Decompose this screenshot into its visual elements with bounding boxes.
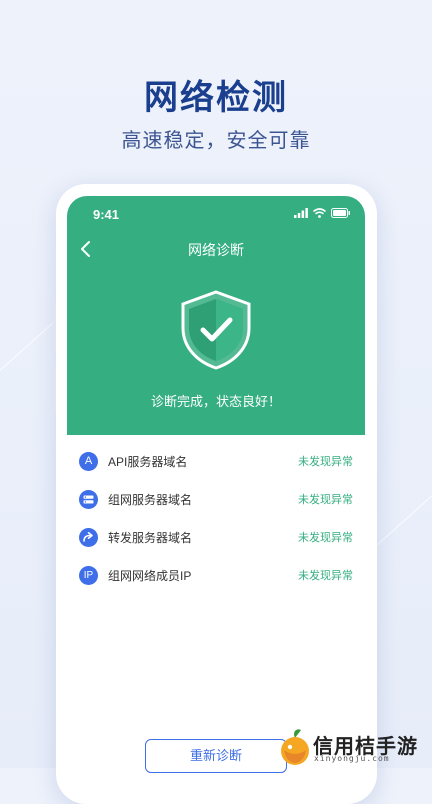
cellular-signal-icon [294, 208, 308, 218]
status-icons [294, 208, 351, 218]
promo-headline: 网络检测 [144, 79, 288, 117]
check-item-status: 未发现异常 [298, 494, 353, 506]
check-item-label: API服务器域名 [108, 454, 188, 469]
check-item-status: 未发现异常 [298, 532, 353, 544]
check-item-status: 未发现异常 [298, 570, 353, 582]
check-item-status: 未发现异常 [298, 456, 353, 468]
phone-side-button [53, 305, 56, 353]
check-item-network-server: 组网服务器域名 未发现异常 [79, 487, 353, 511]
shield-check-icon [181, 290, 251, 370]
check-item-forward-server: 转发服务器域名 未发现异常 [79, 525, 353, 549]
battery-icon [331, 208, 350, 218]
orange-logo-icon [281, 729, 309, 765]
server-icon [79, 489, 98, 509]
check-item-api: A API服务器域名 未发现异常 [79, 449, 353, 473]
wifi-icon [313, 208, 326, 218]
phone-side-button [377, 320, 380, 390]
diagnosis-result-text: 诊断完成，状态良好！ [150, 394, 281, 409]
header-panel: 9:41 网络诊断 诊断完成，状态良好！ [67, 196, 365, 435]
forward-icon [79, 527, 98, 547]
status-time: 9:41 [93, 207, 120, 222]
api-icon: A [79, 451, 98, 471]
page-title: 网络诊断 [188, 242, 244, 258]
phone-side-button [53, 365, 56, 413]
check-item-member-ip: IP 组网网络成员IP 未发现异常 [79, 563, 353, 587]
check-item-label: 转发服务器域名 [108, 530, 193, 545]
check-item-label: 组网服务器域名 [108, 492, 193, 507]
watermark: 信用桔手游 xinyongju.com [276, 726, 432, 768]
check-item-label: 组网网络成员IP [108, 568, 192, 583]
promo-subline: 高速稳定，安全可靠 [121, 130, 311, 152]
ip-icon: IP [79, 565, 98, 585]
watermark-subtitle: xinyongju.com [314, 754, 390, 763]
app-screen: 9:41 网络诊断 诊断完成，状态良好！ A API服务器域名 未发现异常 组网… [67, 196, 365, 796]
